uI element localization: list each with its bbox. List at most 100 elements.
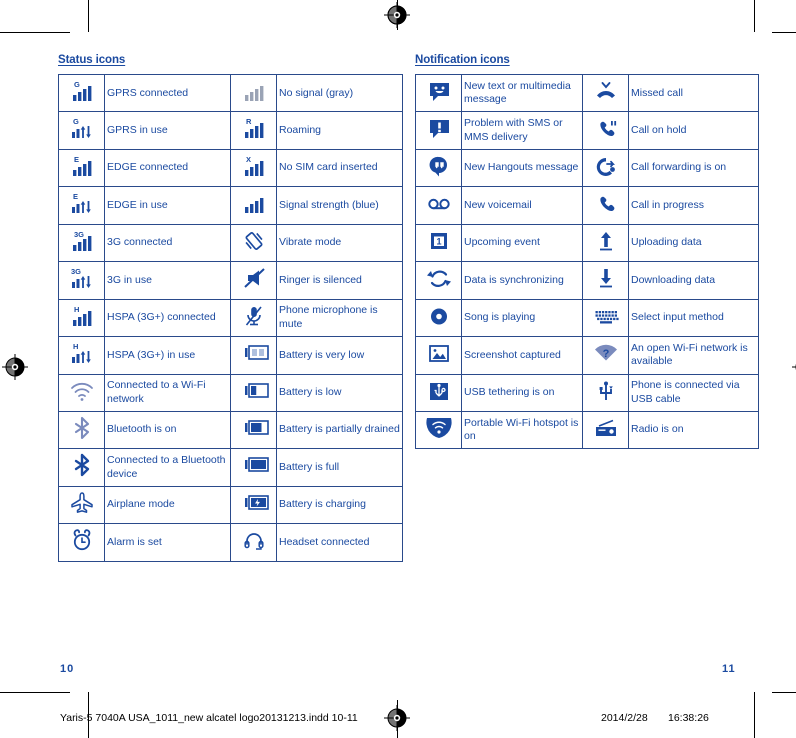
icon-description: Downloading data [628, 261, 759, 300]
signal-strength-blue-icon-glyph [239, 190, 269, 216]
icon-description: 3G connected [104, 223, 231, 263]
icon-description: Phone microphone is mute [276, 298, 403, 338]
battery-low-icon [230, 373, 277, 412]
icon-description: New Hangouts message [461, 148, 583, 188]
signal-3g-in-use-icon-glyph: 3G [67, 265, 97, 291]
registration-mark-footer [384, 705, 410, 731]
airplane-mode-icon-glyph [67, 490, 97, 516]
icon-description: Ringer is silenced [276, 261, 403, 300]
ringer-silenced-icon-glyph [239, 265, 269, 291]
signal-3g-connected-icon-glyph: 3G [67, 228, 97, 254]
crop-mark-top-left-horizontal [0, 32, 70, 33]
icon-description: Headset connected [276, 523, 403, 562]
music-playing-icon [415, 298, 462, 338]
icon-description: No signal (gray) [276, 73, 403, 113]
icon-description: Call in progress [628, 186, 759, 225]
slug-filename: Yaris-5 7040A USA_1011_new alcatel logo2… [60, 712, 358, 724]
usb-tethering-icon [415, 373, 462, 412]
svg-text:1: 1 [436, 236, 441, 246]
svg-text:?: ? [602, 348, 609, 360]
notification-icons-table: New text or multimedia message Missed cal… [415, 73, 759, 450]
crop-mark-top-right-horizontal [772, 32, 796, 33]
crop-mark-bottom-right-vertical [754, 692, 755, 738]
screenshot-icon [415, 336, 462, 375]
signal-gprs-in-use-icon-glyph: G [67, 115, 97, 141]
signal-hspa-connected-icon: H [58, 298, 105, 338]
bluetooth-connected-icon-glyph [67, 452, 97, 478]
table-row: Problem with SMS or MMS delivery Call on… [415, 111, 759, 150]
radio-icon-glyph [591, 415, 621, 441]
signal-gprs-in-use-icon: G [58, 111, 105, 150]
music-playing-icon-glyph [424, 303, 454, 329]
icon-description: Airplane mode [104, 485, 231, 525]
table-row: 3G 3G in use Ringer is silenced [58, 261, 403, 300]
battery-full-icon [230, 448, 277, 487]
call-in-progress-icon [582, 186, 629, 225]
svg-text:H: H [73, 342, 78, 351]
signal-hspa-connected-icon-glyph: H [67, 303, 97, 329]
registration-mark-left [2, 354, 28, 380]
signal-no-signal-gray-icon [230, 73, 277, 113]
icon-description: USB tethering is on [461, 373, 583, 412]
icon-description: EDGE in use [104, 186, 231, 225]
ringer-silenced-icon [230, 261, 277, 300]
table-row: G GPRS connected No signal (gray) [58, 73, 403, 113]
table-row: USB tethering is on Phone is connected vi… [415, 373, 759, 412]
signal-no-signal-gray-icon-glyph [239, 78, 269, 104]
keyboard-icon-glyph [591, 303, 621, 329]
signal-3g-connected-icon: 3G [58, 223, 105, 263]
message-problem-icon [415, 111, 462, 150]
signal-edge-in-use-icon: E [58, 186, 105, 225]
icon-description: Battery is low [276, 373, 403, 412]
svg-text:3G: 3G [71, 267, 81, 276]
table-row: E EDGE in use Signal strength (blue) [58, 186, 403, 225]
icon-description: HSPA (3G+) in use [104, 336, 231, 375]
calendar-event-icon-glyph: 1 [424, 228, 454, 254]
icon-description: No SIM card inserted [276, 148, 403, 188]
signal-hspa-in-use-icon-glyph: H [67, 340, 97, 366]
radio-icon [582, 410, 629, 450]
microphone-mute-icon [230, 298, 277, 338]
missed-call-icon-glyph [591, 78, 621, 104]
signal-hspa-in-use-icon: H [58, 336, 105, 375]
vibrate-mode-icon [230, 223, 277, 263]
microphone-mute-icon-glyph [239, 303, 269, 329]
table-row: Data is synchronizing Downloading data [415, 261, 759, 300]
call-in-progress-icon-glyph [591, 190, 621, 216]
signal-edge-connected-icon: E [58, 148, 105, 188]
signal-3g-in-use-icon: 3G [58, 261, 105, 300]
icon-description: Call on hold [628, 111, 759, 150]
icon-description: Problem with SMS or MMS delivery [461, 111, 583, 150]
crop-mark-top-right-vertical [754, 0, 755, 32]
sync-icon [415, 261, 462, 300]
signal-gprs-connected-icon-glyph: G [67, 78, 97, 104]
icon-description: Call forwarding is on [628, 148, 759, 188]
svg-text:3G: 3G [74, 230, 84, 239]
vibrate-mode-icon-glyph [239, 228, 269, 254]
icon-description: Portable Wi-Fi hotspot is on [461, 410, 583, 450]
icon-description: Connected to a Bluetooth device [104, 448, 231, 487]
headset-connected-icon-glyph [239, 527, 269, 553]
notification-icons-heading: Notification icons [415, 54, 510, 66]
icon-description: Select input method [628, 298, 759, 338]
message-problem-icon-glyph [424, 115, 454, 141]
registration-mark-right [792, 363, 796, 371]
icon-description: GPRS in use [104, 111, 231, 150]
icon-description: Radio is on [628, 410, 759, 450]
wifi-open-network-icon: ? [582, 336, 629, 375]
table-row: H HSPA (3G+) in use Battery is very low [58, 336, 403, 375]
icon-description: Signal strength (blue) [276, 186, 403, 225]
icon-description: Bluetooth is on [104, 410, 231, 450]
voicemail-icon [415, 186, 462, 225]
table-row: 1 Upcoming event Uploading data [415, 223, 759, 263]
call-on-hold-icon [582, 111, 629, 150]
usb-tethering-icon-glyph [424, 378, 454, 404]
table-row: H HSPA (3G+) connected Phone microphone is… [58, 298, 403, 338]
wifi-connected-icon-glyph [67, 378, 97, 404]
svg-text:H: H [74, 305, 79, 314]
icon-description: New text or multimedia message [461, 73, 583, 113]
bluetooth-connected-icon [58, 448, 105, 487]
call-on-hold-icon-glyph [591, 115, 621, 141]
upload-icon [582, 223, 629, 263]
slug-time: 16:38:26 [668, 712, 709, 724]
